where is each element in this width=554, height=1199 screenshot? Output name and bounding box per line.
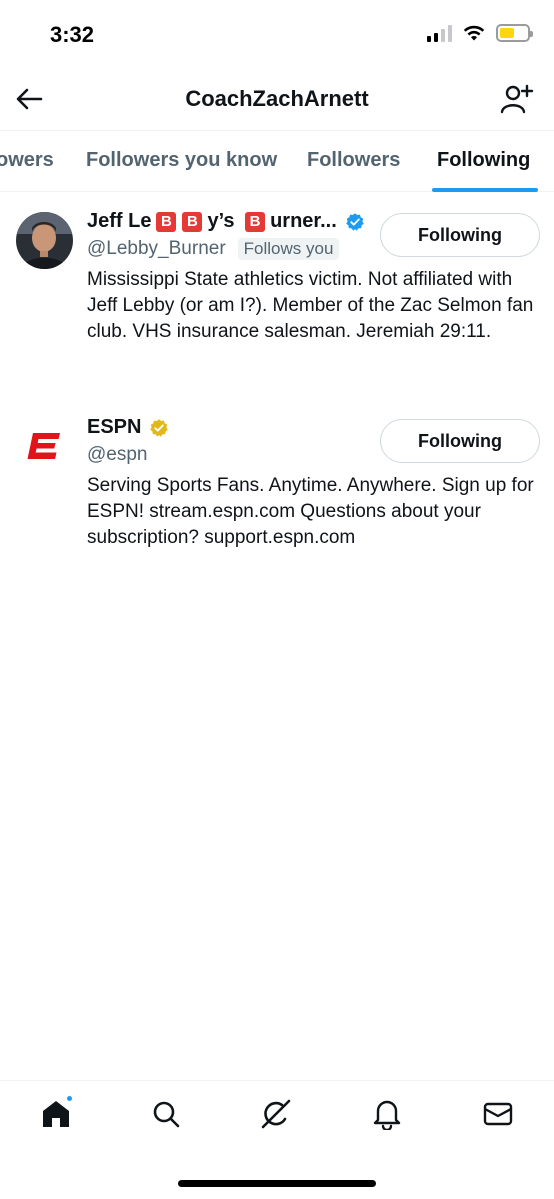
signal-icon [427, 24, 452, 42]
b-emoji: B [156, 211, 177, 232]
follow-tabs: owers Followers you know Followers Follo… [0, 130, 554, 192]
espn-logo-icon [16, 418, 73, 475]
nav-search[interactable] [149, 1097, 183, 1131]
wifi-icon [463, 25, 485, 41]
following-button[interactable]: Following [380, 213, 540, 257]
follow-user-button[interactable] [498, 80, 536, 118]
user-name[interactable]: Jeff Le B By’s Burner... [87, 210, 365, 233]
tab-followers-you-know[interactable]: Followers you know [86, 149, 277, 172]
status-time: 3:32 [50, 22, 95, 47]
handle-line: @Lebby_Burner Follows you [87, 238, 340, 260]
list-item[interactable]: Jeff Le B By’s Burner... @Lebby_Burner Fol… [0, 210, 554, 390]
user-bio: Serving Sports Fans. Anytime. Anywhere. … [87, 475, 534, 548]
add-user-icon [500, 84, 534, 114]
nav-grok[interactable] [259, 1097, 293, 1131]
page-title: CoachZachArnett [185, 86, 369, 111]
avatar[interactable] [16, 418, 73, 475]
follows-you-badge: Follows you [237, 238, 340, 260]
user-name[interactable]: ESPN [87, 416, 169, 439]
user-handle: @Lebby_Burner [87, 238, 226, 259]
active-tab-indicator [432, 188, 538, 192]
bottom-nav [0, 1080, 554, 1160]
b-emoji: B [182, 211, 203, 232]
avatar[interactable] [16, 212, 73, 269]
search-icon [153, 1101, 180, 1128]
status-bar: 3:32 [0, 0, 554, 70]
following-button[interactable]: Following [380, 419, 540, 463]
nav-home[interactable] [39, 1094, 74, 1131]
home-indicator [178, 1180, 376, 1187]
bell-icon [373, 1100, 401, 1130]
mail-icon [483, 1102, 513, 1126]
verified-badge-icon [150, 418, 169, 437]
b-emoji: B [245, 211, 266, 232]
user-handle: @espn [87, 444, 148, 465]
list-item[interactable]: ESPN @espn Serving Sports Fans. Anytime.… [0, 416, 554, 566]
verified-badge-icon [346, 212, 364, 231]
battery-icon [496, 24, 533, 42]
handle-line: @espn [87, 444, 148, 466]
status-icons [427, 24, 533, 42]
nav-messages[interactable] [481, 1097, 515, 1131]
tab-followers[interactable]: Followers [307, 149, 400, 172]
tab-verified-followers[interactable]: owers [0, 149, 54, 172]
notification-dot [65, 1094, 74, 1103]
profile-header: CoachZachArnett [0, 70, 554, 128]
user-bio: Mississippi State athletics victim. Not … [87, 269, 534, 342]
tab-following[interactable]: Following [437, 149, 530, 172]
nav-notifications[interactable] [370, 1097, 404, 1131]
grok-icon [261, 1099, 291, 1129]
